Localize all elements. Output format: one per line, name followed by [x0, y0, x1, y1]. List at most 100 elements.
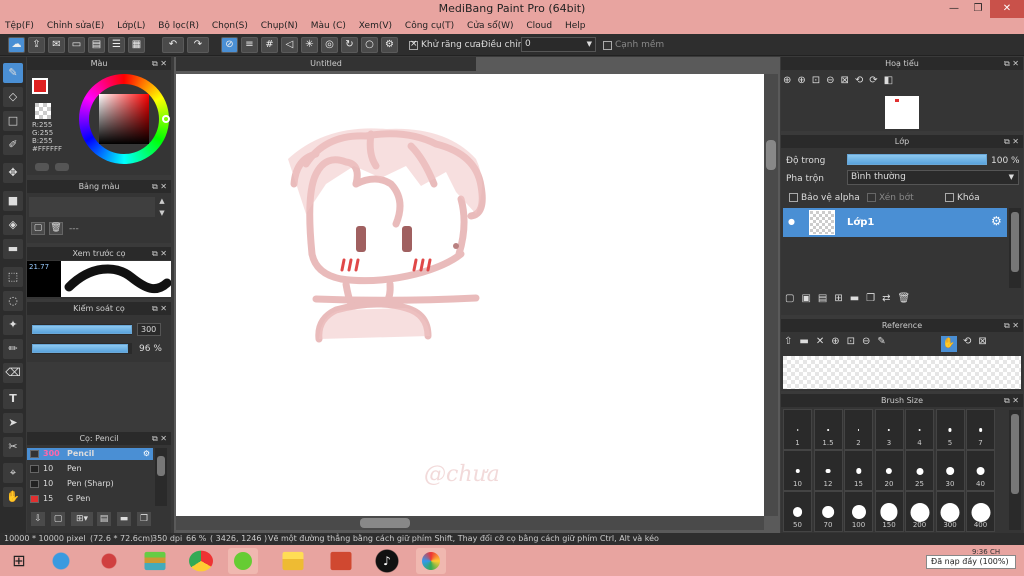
bluestacks-icon[interactable]: [144, 551, 166, 571]
eraser-tool-icon[interactable]: ◇: [3, 87, 23, 107]
brush-size-cell[interactable]: 30: [935, 450, 965, 491]
saturation-value-square[interactable]: [99, 94, 149, 144]
blend-mode-select[interactable]: Bình thường ▼: [847, 170, 1019, 185]
layer-scrollbar[interactable]: [1009, 208, 1021, 288]
clipping-checkbox[interactable]: [867, 193, 876, 202]
folder-icon[interactable]: ▬: [117, 512, 131, 526]
brush-size-cell[interactable]: 1.5: [813, 409, 843, 450]
navigator-thumbnail[interactable]: [885, 96, 919, 129]
menu-help[interactable]: Help: [560, 18, 591, 34]
menu-tools[interactable]: Công cụ(T): [400, 18, 459, 34]
brush-list-scrollbar[interactable]: [155, 448, 167, 506]
eyedropper-tool-icon[interactable]: ⌖: [3, 463, 23, 483]
brush-size-cell[interactable]: 150: [874, 491, 904, 532]
select-pen-tool-icon[interactable]: ✏: [3, 339, 23, 359]
new-brush-icon[interactable]: ▢: [51, 512, 65, 526]
brush-size-cell[interactable]: 300: [935, 491, 965, 532]
palette-swatches[interactable]: [29, 197, 155, 217]
list-icon[interactable]: ☰: [108, 37, 125, 53]
brush-size-cell[interactable]: 50: [783, 491, 812, 532]
gradient-tool-icon[interactable]: ▬: [3, 239, 23, 259]
settings-icon[interactable]: ⚙: [381, 37, 398, 53]
taskbar-active-app[interactable]: [228, 548, 258, 574]
color-swap-button[interactable]: [55, 163, 69, 171]
text-tool-icon[interactable]: T: [3, 389, 23, 409]
tiktok-icon[interactable]: ♪: [372, 548, 402, 574]
delete-palette-icon[interactable]: 🗑: [49, 222, 63, 235]
brush-list-item[interactable]: 10 Pen (Sharp): [27, 478, 153, 490]
foreground-color-swatch[interactable]: [32, 78, 48, 94]
gear-icon[interactable]: ⚙: [991, 214, 1002, 228]
brush-size-slider[interactable]: [32, 324, 132, 335]
navigator-zoom-icons[interactable]: ⊕⊕⊡⊖⊠⟲⟳◧: [783, 75, 899, 86]
brush-list-item[interactable]: 15 G Pen: [27, 493, 153, 505]
brush-size-cell[interactable]: 200: [905, 491, 934, 532]
adjust-select[interactable]: 0 ▼: [521, 37, 596, 52]
lasso-tool-icon[interactable]: ◌: [3, 291, 23, 311]
brush-size-scrollbar[interactable]: [1009, 410, 1021, 530]
menu-select[interactable]: Chọn(S): [207, 18, 253, 34]
reference-tool-icons[interactable]: ⇧▬✕⊕⊡⊖✎: [784, 336, 893, 347]
brush-settings-icon[interactable]: ▤: [97, 512, 111, 526]
hand-tool-icon[interactable]: ✋: [3, 487, 23, 507]
brush-size-cell[interactable]: 20: [874, 450, 904, 491]
reference-image-area[interactable]: [783, 356, 1021, 389]
restore-button[interactable]: ❐: [964, 0, 992, 18]
lock-checkbox[interactable]: [945, 193, 954, 202]
select-rect-tool-icon[interactable]: □: [3, 111, 23, 131]
transparent-swatch[interactable]: [35, 103, 51, 119]
brush-size-cell[interactable]: 3: [874, 409, 904, 450]
layer-opacity-slider[interactable]: [847, 154, 987, 165]
cloud-download-icon[interactable]: ⇩: [31, 512, 45, 526]
cross-snap-icon[interactable]: #: [261, 37, 278, 53]
color-mode-button[interactable]: [35, 163, 49, 171]
menu-file[interactable]: Tệp(F): [0, 18, 39, 34]
select-eraser-tool-icon[interactable]: ⌫: [3, 363, 23, 383]
brush-opacity-slider[interactable]: [32, 343, 132, 354]
dot-pen-tool-icon[interactable]: ✐: [3, 135, 23, 155]
curve-snap-icon[interactable]: ↻: [341, 37, 358, 53]
app-icon-red[interactable]: [94, 548, 124, 574]
bucket-tool-icon[interactable]: ◈: [3, 215, 23, 235]
document-icon[interactable]: ▤: [88, 37, 105, 53]
vertical-scroll-thumb[interactable]: [766, 140, 776, 170]
reference-extra-icons[interactable]: ⟲⊠: [963, 336, 994, 347]
brush-size-cell[interactable]: 12: [813, 450, 843, 491]
powerpoint-icon[interactable]: [330, 551, 352, 571]
circle-snap-icon[interactable]: ◎: [321, 37, 338, 53]
menu-color[interactable]: Màu (C): [306, 18, 351, 34]
undo-icon[interactable]: ↶: [162, 37, 184, 53]
brush-size-cell[interactable]: 4: [905, 409, 934, 450]
layer-row[interactable]: ● Lớp1 ⚙: [783, 208, 1007, 237]
share-icon[interactable]: ⇪: [28, 37, 45, 53]
brush-size-value[interactable]: 300: [137, 323, 161, 336]
brush-size-cell[interactable]: 1: [783, 409, 812, 450]
brush-size-cell[interactable]: 400: [966, 491, 995, 532]
medibang-taskbar-icon[interactable]: [416, 548, 446, 574]
soft-edge-checkbox[interactable]: [603, 41, 612, 50]
brush-size-cell[interactable]: 40: [966, 450, 995, 491]
horizontal-scroll-thumb[interactable]: [360, 518, 410, 528]
protect-alpha-checkbox[interactable]: [789, 193, 798, 202]
move-tool-icon[interactable]: ✥: [3, 163, 23, 183]
brush-size-cell[interactable]: 7: [966, 409, 995, 450]
gear-icon[interactable]: ⚙: [143, 448, 150, 460]
operation-tool-icon[interactable]: ➤: [3, 413, 23, 433]
menu-cloud[interactable]: Cloud: [521, 18, 557, 34]
ellipse-snap-icon[interactable]: ○: [361, 37, 378, 53]
cloud-icon[interactable]: ☁: [8, 37, 25, 53]
canvas-vertical-scrollbar[interactable]: [764, 74, 778, 516]
palette-scroll-icon[interactable]: ▲ ▼: [157, 195, 167, 219]
file-explorer-icon[interactable]: [282, 551, 304, 571]
brush-size-cell[interactable]: 70: [813, 491, 843, 532]
comment-icon[interactable]: ✉: [48, 37, 65, 53]
redo-icon[interactable]: ↷: [187, 37, 209, 53]
vanish-snap-icon[interactable]: ◁: [281, 37, 298, 53]
snap-off-icon[interactable]: ⊘: [221, 37, 238, 53]
canvas-horizontal-scrollbar[interactable]: [176, 516, 764, 530]
layer-action-icons[interactable]: ▢▣▤⊞▬❐⇄🗑: [785, 293, 917, 304]
selection-tool-icon[interactable]: ⬚: [3, 267, 23, 287]
page-icon[interactable]: ▭: [68, 37, 85, 53]
copy-brush-icon[interactable]: ❐: [137, 512, 151, 526]
eye-icon[interactable]: ●: [788, 217, 795, 226]
